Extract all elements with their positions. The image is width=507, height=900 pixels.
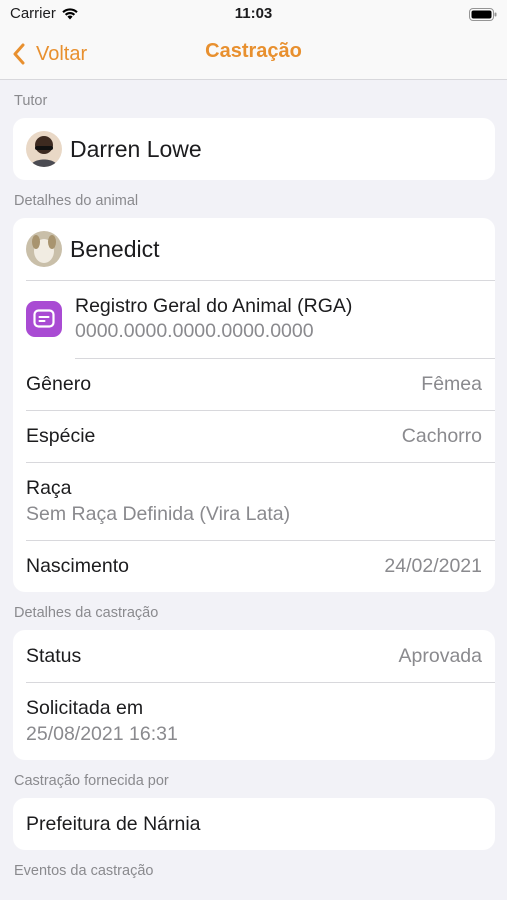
battery-icon [469,8,497,21]
requested-label: Solicitada em [26,696,144,719]
status-time: 11:03 [234,5,273,22]
tutor-avatar [26,131,62,167]
navigation-bar: Voltar Castração [0,30,507,80]
status-label: Status [26,644,82,667]
birth-row: Nascimento 24/02/2021 [13,540,495,592]
section-header-events: Eventos da castração [14,863,154,879]
animal-row[interactable]: Benedict [13,218,495,280]
status-value: Aprovada [398,644,482,667]
animal-name: Benedict [70,235,160,262]
rga-row[interactable]: Registro Geral do Animal (RGA) 0000.0000… [13,280,495,358]
breed-row: Raça Sem Raça Definida (Vira Lata) [13,462,495,540]
content-scroll[interactable]: Tutor Darren Lowe Detalhes do animal Ben… [0,80,507,888]
tutor-card: Darren Lowe [13,118,495,180]
requested-value: 25/08/2021 16:31 [26,722,178,745]
section-header-castration: Detalhes da castração [14,605,159,621]
species-label: Espécie [26,424,96,447]
provider-name: Prefeitura de Nárnia [26,812,201,835]
breed-label: Raça [26,476,72,499]
animal-card: Benedict Registro Geral do Animal (RGA) … [13,218,495,592]
rga-value: 0000.0000.0000.0000.0000 [75,320,314,342]
provider-card: Prefeitura de Nárnia [13,798,495,850]
provider-row[interactable]: Prefeitura de Nárnia [13,798,495,850]
section-header-animal: Detalhes do animal [14,193,139,209]
gender-label: Gênero [26,372,92,395]
rga-label: Registro Geral do Animal (RGA) [75,295,353,317]
gender-row: Gênero Fêmea [13,358,495,410]
page-title: Castração [205,40,302,62]
breed-value: Sem Raça Definida (Vira Lata) [26,502,291,525]
status-row: Status Aprovada [13,630,495,682]
tutor-name: Darren Lowe [70,135,202,162]
section-header-tutor: Tutor [14,93,48,109]
castration-card: Status Aprovada Solicitada em 25/08/2021… [13,630,495,760]
section-header-provider: Castração fornecida por [14,773,169,789]
tutor-row[interactable]: Darren Lowe [13,118,495,180]
status-bar: Carrier 11:03 [0,0,507,30]
gender-value: Fêmea [421,372,482,395]
species-row: Espécie Cachorro [13,410,495,462]
birth-label: Nascimento [26,554,129,577]
document-icon [26,301,62,337]
requested-row: Solicitada em 25/08/2021 16:31 [13,682,495,760]
birth-value: 24/02/2021 [384,554,482,577]
species-value: Cachorro [401,424,482,447]
animal-avatar [26,231,62,267]
